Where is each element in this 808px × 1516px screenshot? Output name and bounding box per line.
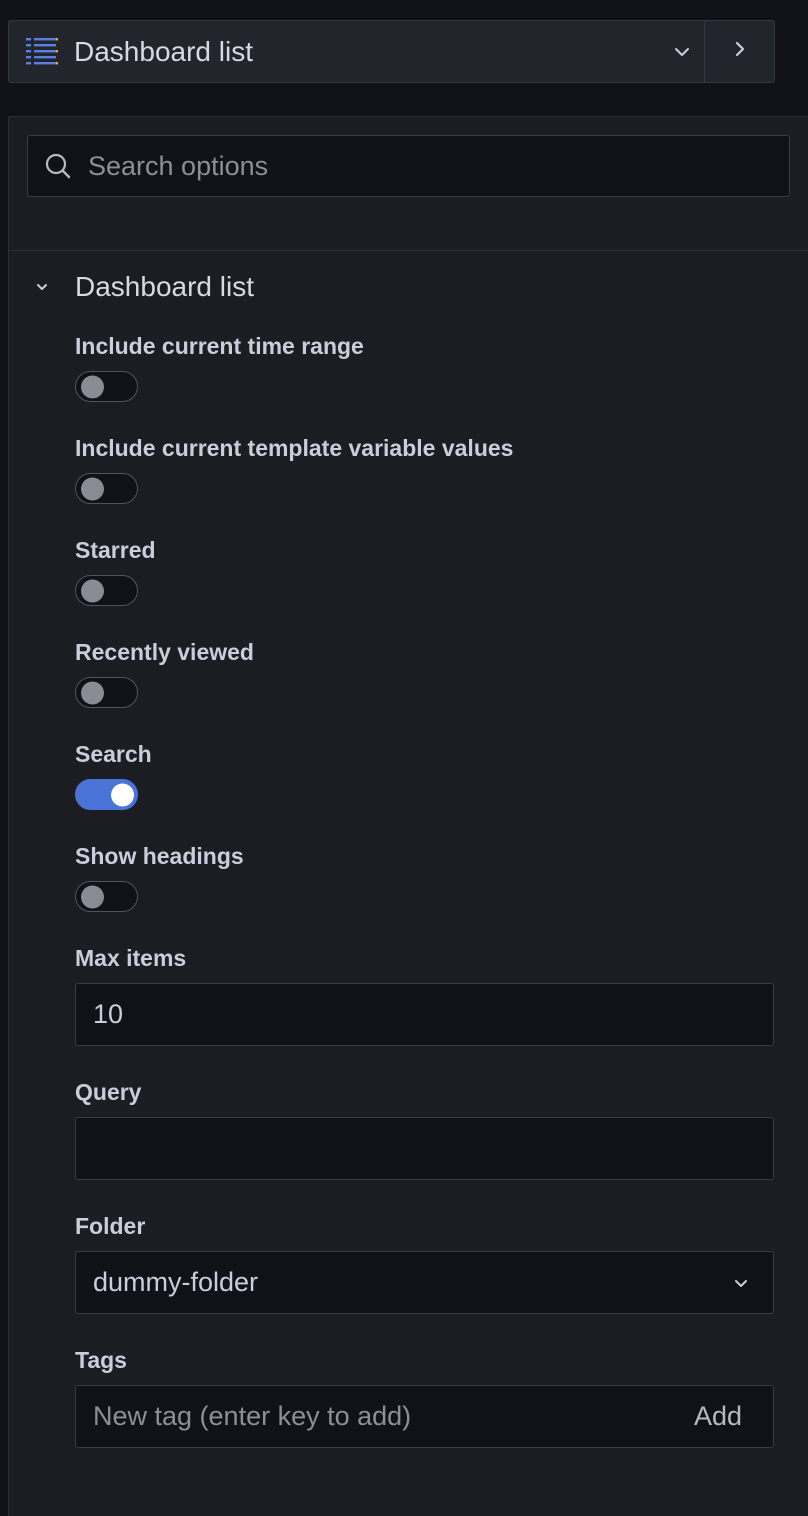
show-headings-toggle[interactable]: [75, 881, 138, 912]
chevron-right-icon: [731, 40, 749, 63]
search-label: Search: [75, 741, 152, 767]
toggle-knob: [81, 477, 104, 500]
include-time-range-label: Include current time range: [75, 333, 364, 359]
toggle-knob: [81, 681, 104, 704]
show-headings-label: Show headings: [75, 843, 244, 869]
search-toggle[interactable]: [75, 779, 138, 810]
divider: [9, 250, 808, 251]
tags-field: Add: [75, 1385, 774, 1448]
options-search: [27, 135, 790, 197]
query-field: [75, 1117, 774, 1180]
tags-label: Tags: [75, 1347, 127, 1373]
max-items-input[interactable]: [93, 999, 756, 1030]
list-icon: [25, 35, 59, 69]
chevron-down-icon: [9, 279, 75, 295]
options-pane: Dashboard list Include current time rang…: [8, 116, 808, 1516]
include-time-range-toggle[interactable]: [75, 371, 138, 402]
visualization-select[interactable]: Dashboard list: [9, 21, 704, 82]
expand-panel-button[interactable]: [704, 21, 774, 82]
include-template-variables-label: Include current template variable values: [75, 435, 514, 461]
max-items-field: [75, 983, 774, 1046]
toggle-knob: [81, 375, 104, 398]
starred-toggle[interactable]: [75, 575, 138, 606]
folder-select[interactable]: dummy-folder: [75, 1251, 774, 1314]
visualization-picker: Dashboard list: [8, 20, 775, 83]
toggle-knob: [81, 579, 104, 602]
search-icon: [44, 151, 74, 181]
chevron-down-icon: [660, 43, 704, 61]
recently-viewed-label: Recently viewed: [75, 639, 254, 665]
toggle-knob: [81, 885, 104, 908]
add-tag-button[interactable]: Add: [694, 1401, 756, 1432]
chevron-down-icon: [726, 1275, 756, 1291]
search-options-input[interactable]: [86, 149, 789, 183]
recently-viewed-toggle[interactable]: [75, 677, 138, 708]
starred-label: Starred: [75, 537, 156, 563]
visualization-title: Dashboard list: [74, 35, 253, 67]
folder-select-value: dummy-folder: [93, 1267, 259, 1297]
new-tag-input[interactable]: [93, 1401, 694, 1432]
folder-label: Folder: [75, 1213, 146, 1239]
include-template-variables-toggle[interactable]: [75, 473, 138, 504]
query-label: Query: [75, 1079, 142, 1105]
query-input[interactable]: [93, 1133, 756, 1164]
toggle-knob: [111, 783, 134, 806]
max-items-label: Max items: [75, 945, 187, 971]
section-title: Dashboard list: [75, 271, 254, 302]
section-header-dashboard-list[interactable]: Dashboard list: [9, 267, 789, 307]
